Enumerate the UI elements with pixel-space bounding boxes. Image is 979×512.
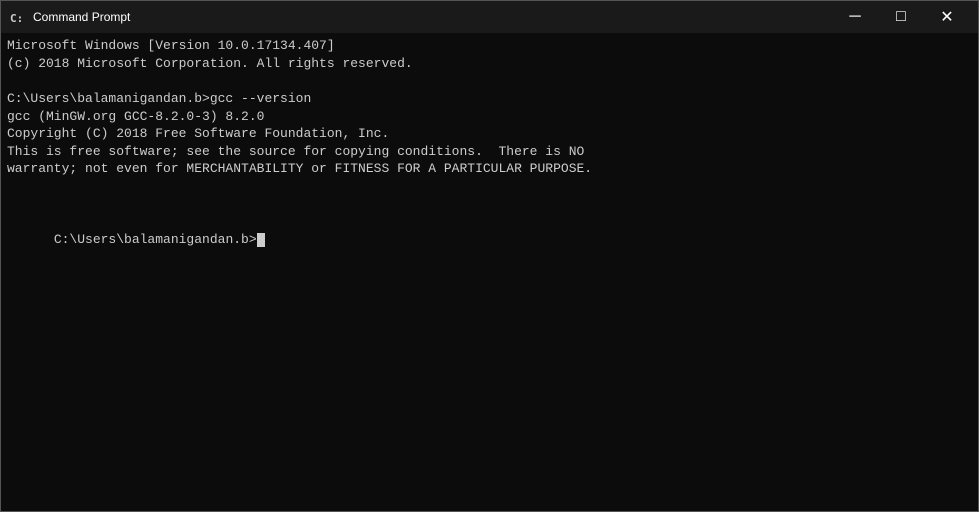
terminal-line-1: Microsoft Windows [Version 10.0.17134.40…	[7, 37, 972, 55]
terminal-line-6: Copyright (C) 2018 Free Software Foundat…	[7, 125, 972, 143]
terminal-empty-3	[7, 196, 972, 214]
command-prompt-window: C: Command Prompt ─ □ ✕ Microsoft Window…	[0, 0, 979, 512]
terminal-line-2: (c) 2018 Microsoft Corporation. All righ…	[7, 55, 972, 73]
terminal-prompt: C:\Users\balamanigandan.b>	[54, 232, 257, 247]
maximize-button[interactable]: □	[878, 1, 924, 33]
cmd-icon: C:	[9, 9, 25, 25]
title-bar-controls: ─ □ ✕	[832, 1, 970, 33]
close-button[interactable]: ✕	[924, 1, 970, 33]
terminal-line-4: C:\Users\balamanigandan.b>gcc --version	[7, 90, 972, 108]
terminal-line-8: warranty; not even for MERCHANTABILITY o…	[7, 160, 972, 178]
terminal-empty-1	[7, 72, 972, 90]
terminal-body[interactable]: Microsoft Windows [Version 10.0.17134.40…	[1, 33, 978, 511]
terminal-empty-2	[7, 178, 972, 196]
title-bar: C: Command Prompt ─ □ ✕	[1, 1, 978, 33]
title-bar-left: C: Command Prompt	[9, 9, 130, 25]
terminal-cursor	[257, 233, 265, 247]
terminal-line-7: This is free software; see the source fo…	[7, 143, 972, 161]
minimize-button[interactable]: ─	[832, 1, 878, 33]
window-title: Command Prompt	[33, 10, 130, 24]
terminal-line-5: gcc (MinGW.org GCC-8.2.0-3) 8.2.0	[7, 108, 972, 126]
terminal-prompt-line: C:\Users\balamanigandan.b>	[7, 214, 972, 267]
svg-text:C:: C:	[10, 12, 23, 25]
